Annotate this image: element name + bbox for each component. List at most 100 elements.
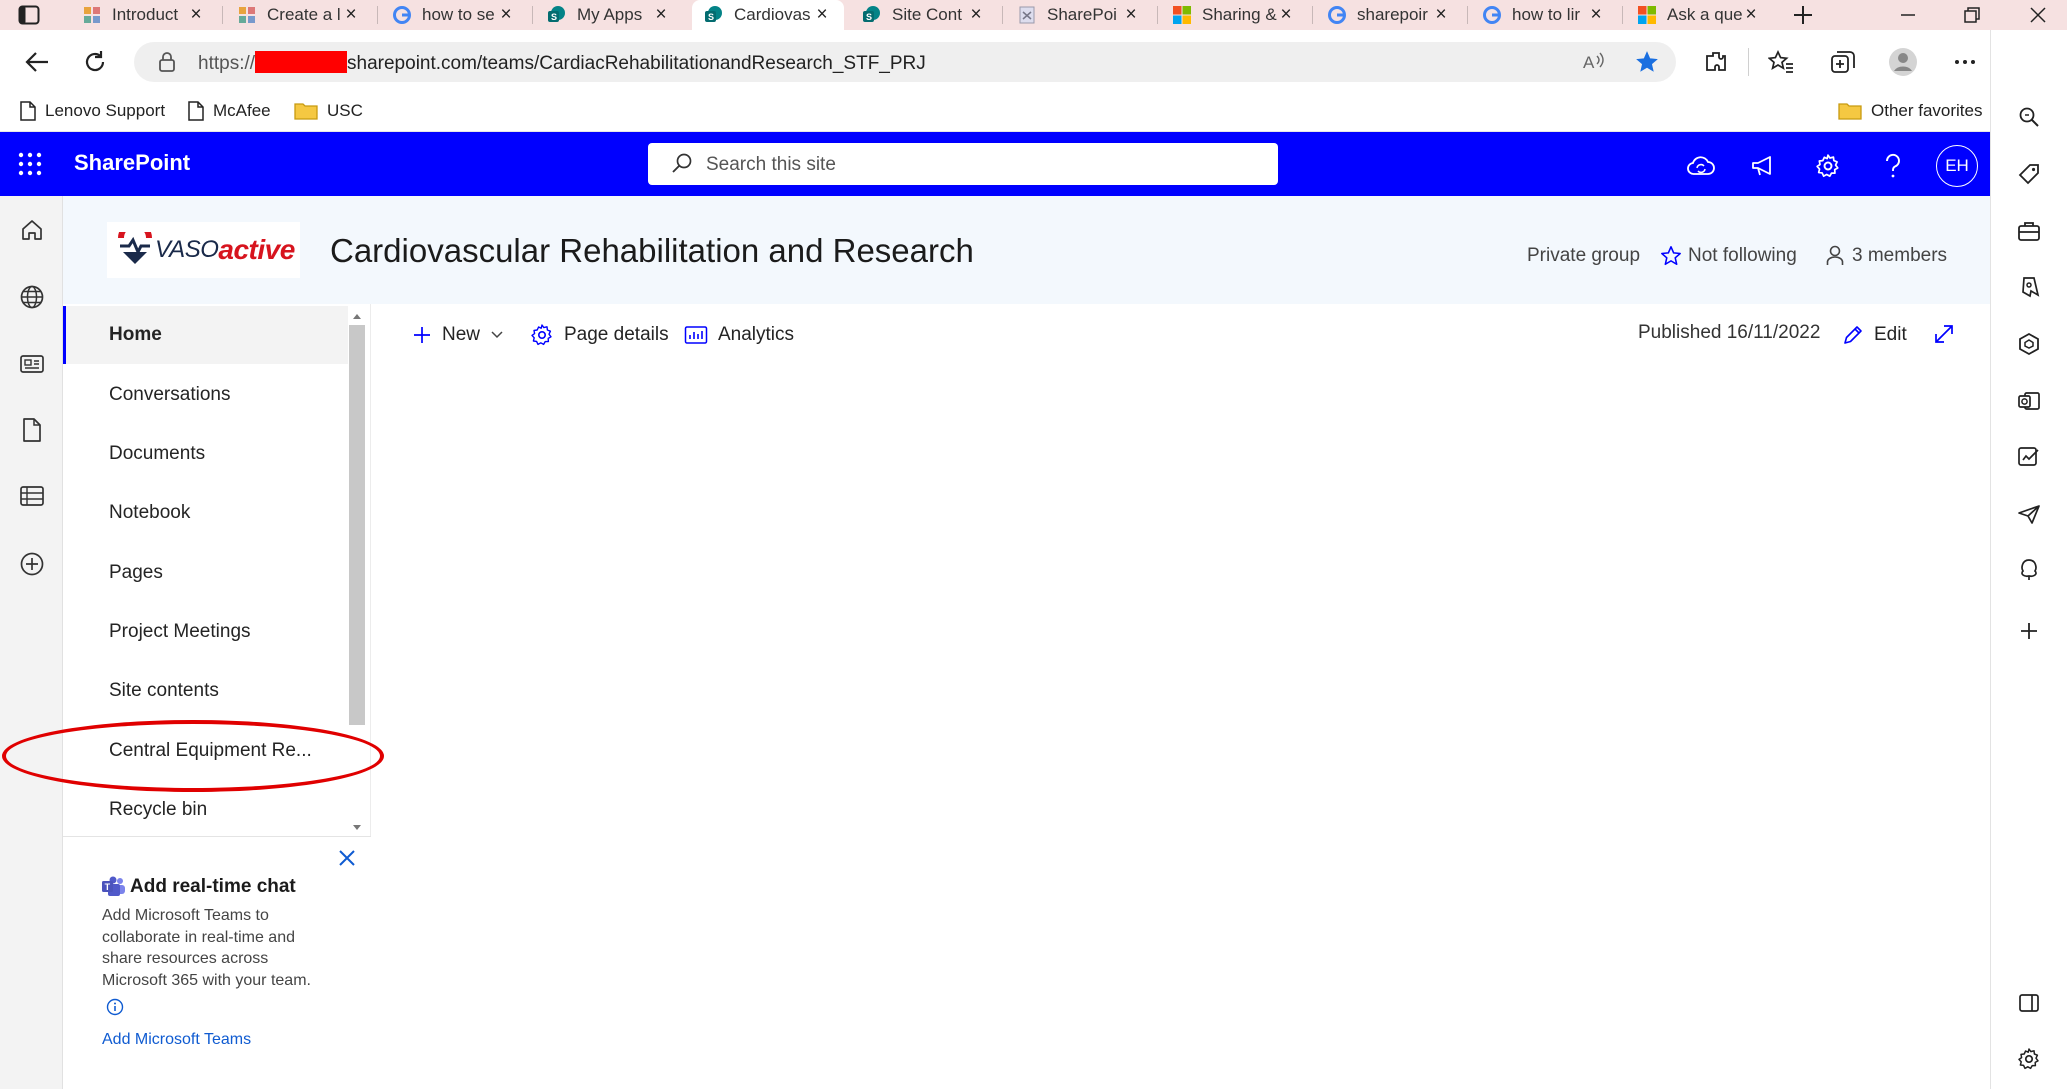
globe-icon[interactable]	[18, 283, 46, 311]
address-bar[interactable]: https:// sharepoint.com/teams/CardiacReha…	[134, 42, 1676, 82]
chevron-down-icon	[490, 330, 504, 340]
sharepoint-brand[interactable]: SharePoint	[74, 150, 190, 176]
add-icon[interactable]	[2016, 618, 2042, 644]
user-avatar[interactable]: EH	[1936, 145, 1978, 187]
settings-icon[interactable]	[1813, 151, 1843, 181]
browser-tab[interactable]: how to lir ×	[1470, 0, 1618, 30]
search-icon[interactable]	[2016, 104, 2042, 130]
minimize-icon[interactable]	[1898, 5, 1918, 25]
follow-button[interactable]: Not following	[1660, 245, 1797, 267]
nav-item-notebook[interactable]: Notebook	[63, 484, 348, 542]
close-icon[interactable]: ×	[1431, 5, 1451, 25]
url-text[interactable]: https:// sharepoint.com/teams/CardiacReha…	[198, 51, 926, 75]
close-icon[interactable]: ×	[1276, 5, 1296, 25]
tag-icon[interactable]	[2016, 161, 2042, 187]
back-icon[interactable]	[24, 50, 50, 74]
app-launcher-icon[interactable]	[18, 152, 42, 176]
list-icon[interactable]	[18, 482, 46, 510]
site-search-input[interactable]: Search this site	[648, 143, 1278, 185]
nav-item-site-contents[interactable]: Site contents	[63, 662, 348, 720]
home-icon[interactable]	[18, 216, 46, 244]
members-button[interactable]: 3 members	[1826, 245, 1947, 267]
site-title[interactable]: Cardiovascular Rehabilitation and Resear…	[330, 232, 974, 270]
profile-icon[interactable]	[1888, 47, 1918, 77]
google-icon	[1327, 5, 1347, 25]
teams-prompt-title: Add real-time chat	[130, 876, 296, 897]
tab-separator	[532, 6, 533, 24]
browser-tab-active[interactable]: S Cardiovas ×	[692, 0, 844, 30]
browser-tab[interactable]: Introduct ×	[70, 0, 218, 30]
drawing-icon[interactable]	[2016, 444, 2042, 470]
close-icon[interactable]: ×	[1121, 5, 1141, 25]
other-favorites[interactable]: Other favorites	[1838, 96, 1983, 126]
search-icon	[670, 152, 694, 176]
svg-text:A: A	[1583, 53, 1595, 72]
read-aloud-icon[interactable]: A	[1582, 50, 1606, 74]
star-outline-icon	[1660, 245, 1682, 267]
browser-tab[interactable]: sharepoir ×	[1315, 0, 1463, 30]
lock-icon[interactable]	[158, 51, 176, 73]
close-icon[interactable]: ×	[186, 5, 206, 25]
refresh-icon[interactable]	[82, 49, 108, 75]
browser-tab[interactable]: S Site Cont ×	[850, 0, 998, 30]
create-icon[interactable]	[18, 550, 46, 578]
restore-icon[interactable]	[1962, 5, 1982, 25]
send-icon[interactable]	[2016, 501, 2042, 527]
favorite-star-icon[interactable]	[1634, 49, 1660, 75]
close-icon[interactable]: ×	[966, 5, 986, 25]
sidebar-panel-icon[interactable]	[2016, 990, 2042, 1016]
analytics-button[interactable]: Analytics	[684, 320, 794, 350]
more-icon[interactable]	[1952, 50, 1978, 74]
close-icon[interactable]: ×	[1741, 5, 1761, 25]
briefcase-icon[interactable]	[2016, 218, 2042, 244]
close-icon[interactable]: ×	[1586, 5, 1606, 25]
window-close-icon[interactable]	[2028, 5, 2048, 25]
favorite-lenovo-support[interactable]: Lenovo Support	[20, 96, 165, 126]
outlook-icon[interactable]	[2016, 388, 2042, 414]
settings-icon[interactable]	[2016, 1046, 2042, 1072]
browser-tab[interactable]: Create a l ×	[225, 0, 373, 30]
nav-item-documents[interactable]: Documents	[63, 425, 348, 483]
favorite-usc[interactable]: USC	[294, 96, 363, 126]
nav-item-pages[interactable]: Pages	[63, 544, 348, 602]
nav-item-home[interactable]: Home	[63, 306, 348, 364]
logo-text-active: active	[218, 234, 295, 265]
browser-tab[interactable]: SharePoi ×	[1005, 0, 1153, 30]
favorite-mcafee[interactable]: McAfee	[188, 96, 271, 126]
add-teams-link[interactable]: Add Microsoft Teams	[102, 1031, 251, 1049]
close-icon[interactable]: ×	[496, 5, 516, 25]
sync-cloud-icon[interactable]	[1686, 151, 1716, 181]
edit-button[interactable]: Edit	[1842, 320, 1907, 350]
info-icon[interactable]	[106, 998, 124, 1016]
games-icon[interactable]	[2016, 274, 2042, 300]
nav-item-conversations[interactable]: Conversations	[63, 366, 348, 424]
help-icon[interactable]	[1878, 151, 1908, 181]
close-icon[interactable]: ×	[651, 5, 671, 25]
document-icon[interactable]	[18, 416, 46, 444]
browser-tab[interactable]: how to se ×	[380, 0, 528, 30]
nav-scrollbar-thumb[interactable]	[349, 325, 365, 725]
toolbar-divider	[1748, 48, 1749, 76]
tab-actions-icon[interactable]	[18, 5, 40, 25]
heart-logo-icon	[118, 232, 152, 264]
page-icon	[20, 101, 36, 121]
close-icon[interactable]	[337, 848, 357, 868]
office-icon[interactable]	[2016, 331, 2042, 357]
new-tab-icon[interactable]	[1792, 4, 1814, 26]
nav-item-project-meetings[interactable]: Project Meetings	[63, 603, 348, 661]
new-button[interactable]: New	[412, 320, 504, 350]
collections-icon[interactable]	[1830, 50, 1856, 74]
tree-icon[interactable]	[2016, 557, 2042, 583]
news-icon[interactable]	[18, 350, 46, 378]
page-details-button[interactable]: Page details	[530, 320, 669, 350]
browser-tab[interactable]: Ask a que ×	[1625, 0, 1773, 30]
browser-tab[interactable]: Sharing & ×	[1160, 0, 1308, 30]
browser-tab[interactable]: S My Apps ×	[535, 0, 683, 30]
megaphone-icon[interactable]	[1749, 151, 1779, 181]
expand-icon[interactable]	[1932, 322, 1956, 346]
close-icon[interactable]: ×	[341, 5, 361, 25]
favorites-icon[interactable]	[1768, 50, 1794, 74]
site-logo[interactable]: VASO active	[107, 222, 300, 278]
close-icon[interactable]: ×	[812, 5, 832, 25]
extensions-icon[interactable]	[1704, 50, 1728, 74]
